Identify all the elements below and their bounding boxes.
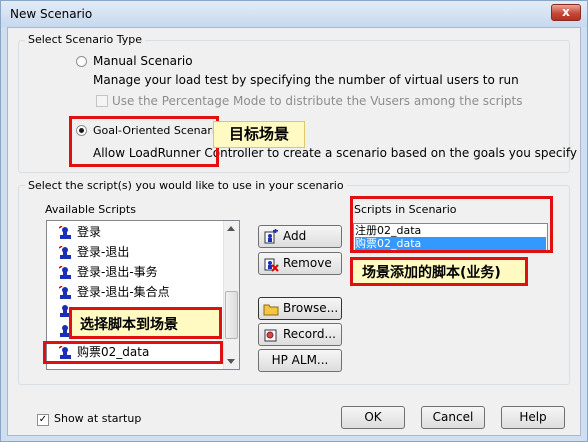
browse-button-label: Browse... — [283, 301, 339, 315]
script-name: 登录-退出-集合点 — [77, 285, 170, 299]
hp-alm-button-label: HP ALM... — [271, 353, 329, 367]
manual-scenario-description: Manage your load test by specifying the … — [93, 73, 519, 87]
select-script-callout: 选择脚本到场景 — [80, 317, 178, 333]
add-button[interactable]: Add ==>> — [258, 225, 342, 264]
scroll-up-arrow-icon[interactable] — [227, 226, 235, 231]
script-icon — [59, 285, 71, 299]
cancel-button[interactable]: Cancel — [421, 406, 485, 429]
list-item[interactable]: 登录-退出-集合点 — [59, 283, 170, 303]
list-item[interactable]: 登录 — [59, 223, 101, 243]
record-button-label: Record... — [283, 327, 336, 341]
scroll-down-arrow-icon[interactable] — [227, 359, 235, 364]
record-icon — [264, 329, 277, 342]
close-button[interactable]: x — [551, 4, 581, 21]
script-icon — [59, 245, 71, 259]
remove-button-label: Remove — [283, 256, 332, 270]
hp-alm-button[interactable]: HP ALM... — [258, 349, 342, 372]
selected-script-highlight-box — [43, 341, 223, 364]
script-name: 登录-退出 — [77, 245, 130, 259]
goal-oriented-highlight-box — [69, 116, 219, 167]
remove-button[interactable]: Remove — [258, 252, 342, 275]
available-scripts-label: Available Scripts — [45, 203, 136, 216]
available-scripts-scrollbar[interactable] — [223, 221, 239, 369]
script-name: 登录-退出-事务 — [77, 265, 158, 279]
remove-script-icon — [264, 258, 279, 272]
show-at-startup-label[interactable]: Show at startup — [54, 412, 141, 425]
window-title: New Scenario — [10, 7, 93, 21]
record-button[interactable]: Record... — [258, 323, 342, 346]
scripts-group-label: Select the script(s) you would like to u… — [25, 179, 347, 192]
folder-icon — [263, 304, 279, 316]
scenario-type-group-label: Select Scenario Type — [25, 33, 146, 46]
goal-scenario-callout: 目标场景 — [213, 121, 305, 148]
browse-button[interactable]: Browse... — [258, 297, 342, 320]
help-button-label: Help — [519, 410, 547, 424]
ok-button-label: OK — [364, 410, 382, 424]
show-at-startup-checkbox[interactable]: ✓ — [37, 414, 49, 426]
script-icon — [59, 265, 71, 279]
manual-scenario-label[interactable]: Manual Scenario — [93, 54, 193, 68]
scripts-in-scenario-highlight-box — [350, 196, 553, 253]
script-icon — [59, 225, 71, 239]
list-item[interactable]: 登录-退出 — [59, 243, 129, 263]
percentage-mode-label: Use the Percentage Mode to distribute th… — [112, 94, 523, 108]
script-name: 登录 — [77, 225, 102, 239]
dialog-client-area: Select Scenario Type Manual Scenario Man… — [7, 27, 581, 436]
help-button[interactable]: Help — [501, 406, 565, 429]
scenario-scripts-callout: 场景添加的脚本(业务) — [362, 265, 501, 281]
add-script-icon — [264, 229, 278, 244]
new-scenario-dialog: New Scenario x Select Scenario Type Manu… — [0, 0, 588, 442]
percentage-mode-checkbox[interactable] — [96, 95, 108, 107]
manual-scenario-radio[interactable] — [76, 56, 87, 67]
scroll-thumb[interactable] — [225, 291, 238, 339]
title-bar[interactable]: New Scenario x — [1, 1, 587, 27]
list-item[interactable]: 登录-退出-事务 — [59, 263, 158, 283]
ok-button[interactable]: OK — [341, 406, 405, 429]
cancel-button-label: Cancel — [432, 410, 474, 424]
